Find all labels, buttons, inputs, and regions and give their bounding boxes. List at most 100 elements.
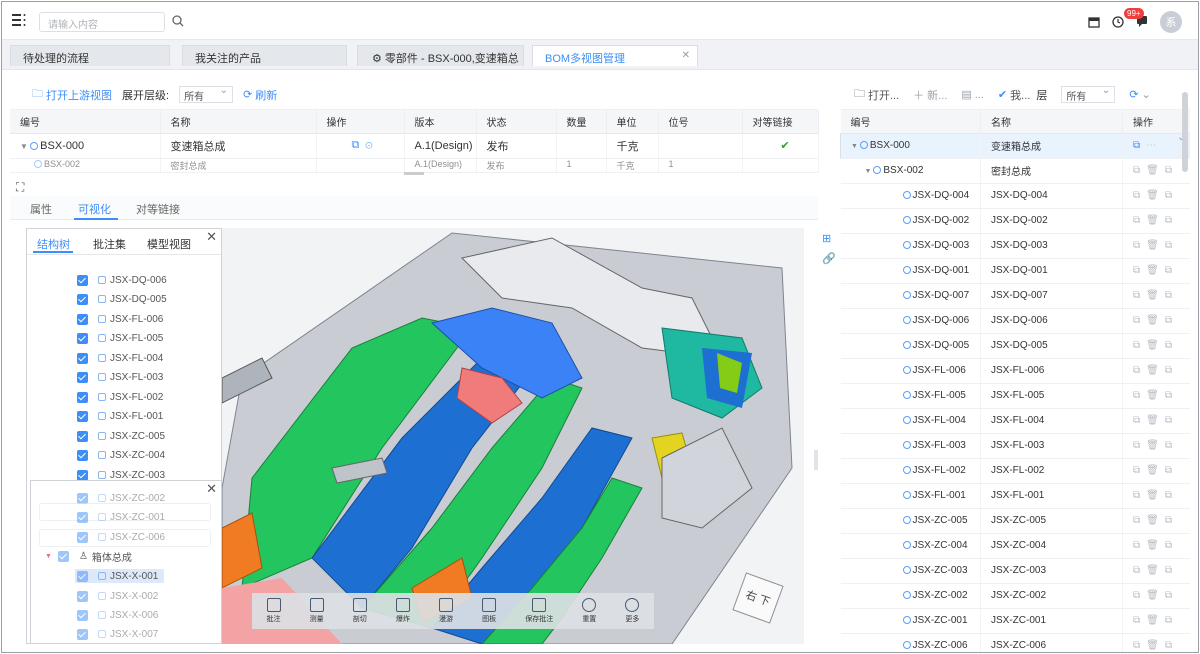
tree-item[interactable]: JSX-ZC-006 [77, 530, 165, 544]
table-row[interactable]: JSX-DQ-001 JSX-DQ-001 ⧉🗑⧉ [840, 258, 1190, 284]
copy-icon[interactable]: ⧉ [1133, 590, 1146, 601]
copy-icon[interactable]: ⧉ [1133, 190, 1146, 201]
copy-icon[interactable]: ⧉ [1165, 540, 1178, 551]
table-row[interactable]: JSX-ZC-002 JSX-ZC-002 ⧉🗑⧉ [840, 583, 1190, 609]
link-icon[interactable]: 🔗 [822, 252, 836, 265]
level-select[interactable]: 所有 [1061, 85, 1116, 103]
tree-item-selected[interactable]: JSX-X-001 [75, 569, 165, 583]
table-row[interactable]: JSX-DQ-006 JSX-DQ-006 ⧉🗑⧉ [840, 308, 1190, 334]
new-button[interactable]: ＋新... [913, 87, 947, 103]
tree-item[interactable]: JSX-FL-003 [77, 370, 163, 384]
tab-annotation-set[interactable]: 批注集 [93, 236, 126, 252]
check-button[interactable]: ✔ 我... [998, 87, 1030, 103]
copy-icon[interactable]: ⧉ [1133, 290, 1146, 301]
copy-icon[interactable]: ⧉ [1165, 590, 1178, 601]
3d-viewer[interactable]: 结构树 批注集 模型视图 ✕ JSX-DQ-006 JSX-DQ-005 JSX… [26, 228, 804, 644]
checkbox[interactable] [77, 410, 88, 422]
copy-icon[interactable]: ⧉ [1133, 340, 1146, 351]
copy-icon[interactable]: ⧉ [1133, 365, 1146, 376]
delete-icon[interactable]: 🗑 [1146, 290, 1165, 301]
caret-down-icon[interactable]: ▼ [851, 143, 860, 150]
copy-icon[interactable]: ⧉ [1165, 440, 1178, 451]
table-row[interactable]: ▼ BSX-002 密封总成 ⧉🗑⧉ [840, 158, 1190, 184]
copy-icon[interactable]: ⧉ [1165, 615, 1178, 626]
delete-icon[interactable]: 🗑 [1146, 540, 1165, 551]
delete-icon[interactable]: 🗑 [1146, 490, 1165, 501]
tree-item[interactable]: JSX-FL-001 [77, 409, 163, 423]
checkbox[interactable] [77, 391, 88, 403]
copy-icon[interactable]: ⧉ [1165, 215, 1178, 226]
fullscreen-icon[interactable]: ⛶ [16, 180, 24, 195]
search-icon[interactable] [172, 15, 184, 27]
table-row[interactable]: JSX-FL-004 JSX-FL-004 ⧉🗑⧉ [840, 408, 1190, 434]
copy-icon[interactable]: ⧉ [1133, 540, 1146, 551]
close-icon[interactable]: ✕ [206, 229, 217, 245]
expand-level-select[interactable]: 所有 [179, 85, 234, 103]
table-row[interactable]: JSX-DQ-002 JSX-DQ-002 ⧉🗑⧉ [840, 208, 1190, 234]
delete-icon[interactable]: 🗑 [1146, 590, 1165, 601]
delete-icon[interactable]: 🗑 [1146, 315, 1165, 326]
refresh-button[interactable]: ⟳ ⌄ [1129, 88, 1150, 101]
panel-splitter[interactable]: ⊞ 🔗 [814, 80, 838, 652]
copy-icon[interactable]: ⧉ [1133, 415, 1146, 426]
delete-icon[interactable]: 🗑 [1146, 440, 1165, 451]
checkbox[interactable] [77, 352, 88, 364]
delete-icon[interactable]: 🗑 [1146, 365, 1165, 376]
checkbox[interactable] [77, 492, 88, 504]
copy-icon[interactable]: ⧉ [1165, 490, 1178, 501]
more-icon[interactable]: ⊙ [365, 139, 378, 151]
table-row[interactable]: JSX-FL-003 JSX-FL-003 ⧉🗑⧉ [840, 433, 1190, 459]
tab-model-view[interactable]: 模型视图 [147, 236, 191, 252]
clock-icon[interactable] [1112, 16, 1124, 28]
tree-item[interactable]: JSX-X-006 [77, 608, 158, 622]
copy-icon[interactable]: ⧉ [1133, 240, 1146, 251]
table-row[interactable]: ▼ BSX-000 变速箱总成 ⧉⊙ A.1(Design) 发布 千克 ✔ [10, 133, 819, 159]
copy-icon[interactable]: ⧉ [1165, 265, 1178, 276]
scrollbar[interactable] [1182, 92, 1188, 172]
car-body-3d-model[interactable] [222, 228, 804, 644]
copy-icon[interactable]: ⧉ [1133, 440, 1146, 451]
col-code[interactable]: 编号 [10, 110, 161, 134]
annotate-button[interactable]: 批注 [266, 598, 281, 624]
tree-item[interactable]: JSX-FL-005 [77, 331, 163, 345]
checkbox[interactable] [77, 609, 88, 621]
tree-item[interactable]: JSX-FL-004 [77, 351, 163, 365]
table-row[interactable]: ▼ BSX-000 变速箱总成 ⧉⋯ [840, 132, 1190, 159]
edit-button[interactable]: ▤... [961, 88, 984, 102]
caret-down-icon[interactable]: ▼ [20, 142, 30, 151]
checkbox[interactable] [77, 590, 88, 602]
tab-pending-process[interactable]: 待处理的流程 [10, 45, 170, 66]
col-state[interactable]: 状态 [476, 110, 557, 134]
table-row[interactable]: BSX-002 密封总成 A.1(Design) 发布 1 千克 1 [10, 158, 819, 173]
copy-icon[interactable]: ⧉ [1133, 515, 1146, 526]
tree-item[interactable]: JSX-FL-002 [77, 390, 163, 404]
col-link[interactable]: 对等链接 [742, 110, 819, 134]
col-qty[interactable]: 数量 [556, 110, 607, 134]
delete-icon[interactable]: 🗑 [1146, 240, 1165, 251]
copy-icon[interactable]: ⧉ [1165, 190, 1178, 201]
delete-icon[interactable]: 🗑 [1146, 340, 1165, 351]
checkbox[interactable] [77, 628, 88, 640]
copy-icon[interactable]: ⧉ [1133, 615, 1146, 626]
open-button[interactable]: 🗀 打开... [854, 85, 899, 104]
tree-item[interactable]: JSX-ZC-001 [77, 510, 165, 524]
menu-icon[interactable] [12, 14, 26, 26]
caret-down-icon[interactable]: ▼ [865, 168, 874, 175]
tree-item[interactable]: JSX-DQ-005 [77, 292, 167, 306]
more-button[interactable]: 更多 [625, 598, 640, 624]
table-row[interactable]: JSX-DQ-004 JSX-DQ-004 ⧉🗑⧉ [840, 183, 1190, 209]
checkbox[interactable] [77, 332, 88, 344]
delete-icon[interactable]: 🗑 [1146, 515, 1165, 526]
tab-properties[interactable]: 属性 [30, 201, 52, 217]
checkbox[interactable] [77, 531, 88, 543]
col-code[interactable]: 编号 [840, 110, 981, 134]
copy-icon[interactable]: ⧉ [1165, 415, 1178, 426]
copy-icon[interactable]: ⧉ [1133, 640, 1146, 651]
copy-icon[interactable]: ⧉ [1165, 165, 1178, 176]
copy-icon[interactable]: ⧉ [1165, 315, 1178, 326]
copy-icon[interactable]: ⧉ [1165, 390, 1178, 401]
tab-bom-multiview[interactable]: BOM多视图管理 ✕ [532, 45, 698, 66]
checkbox[interactable] [77, 430, 88, 442]
col-ops[interactable]: 操作 [316, 110, 405, 134]
col-pos[interactable]: 位号 [658, 110, 743, 134]
